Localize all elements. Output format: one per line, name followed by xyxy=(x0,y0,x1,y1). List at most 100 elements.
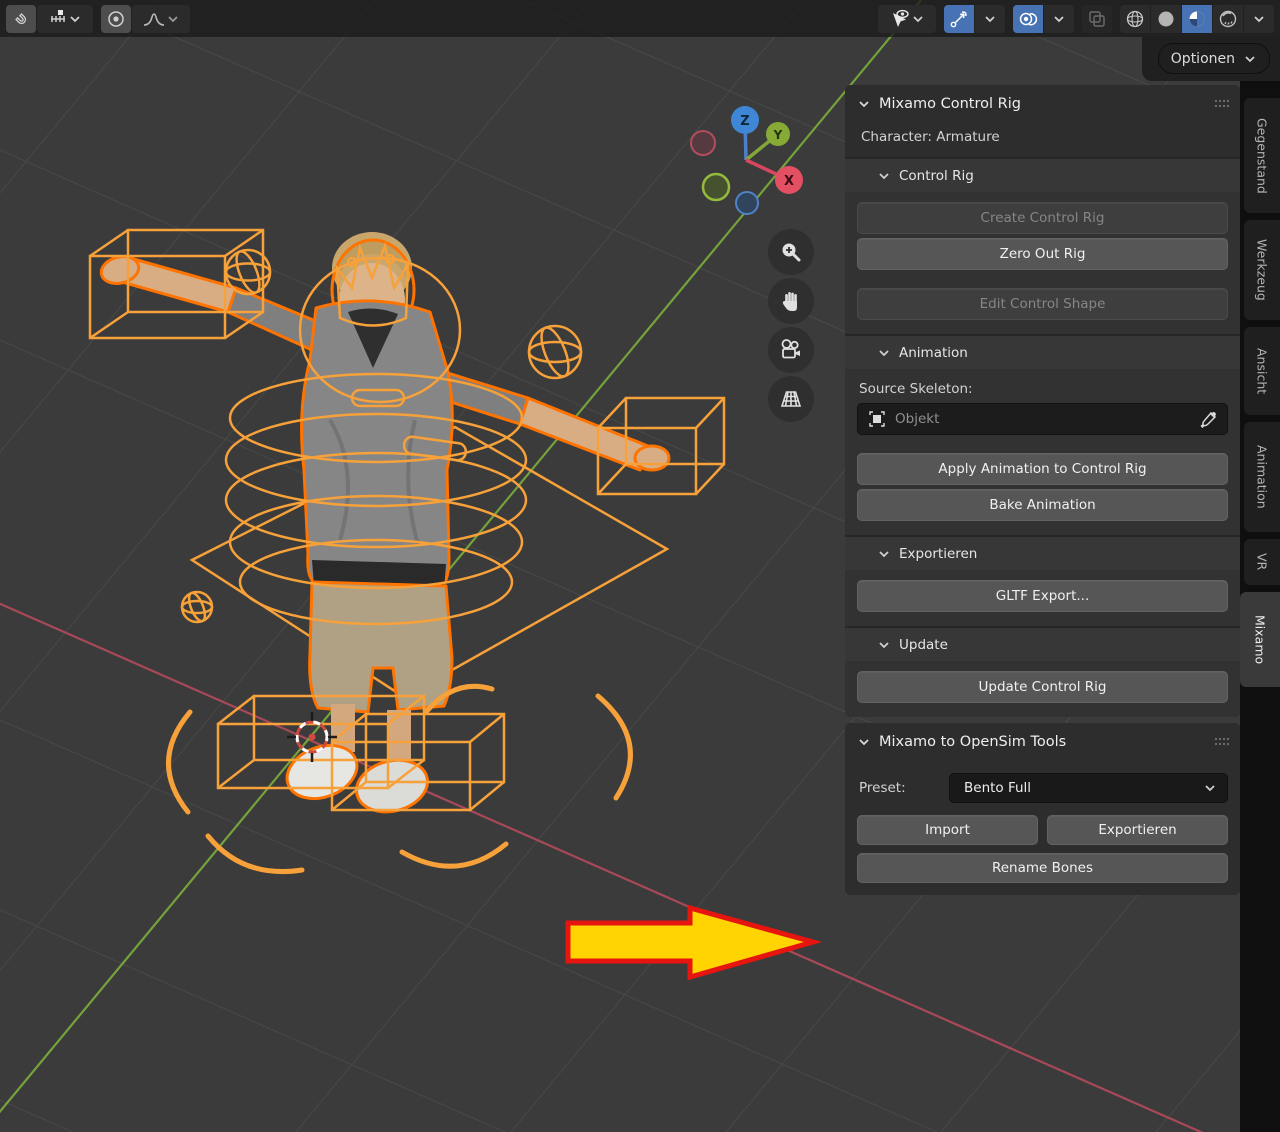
snap-toggle-button[interactable] xyxy=(6,5,36,33)
drag-dots-icon[interactable] xyxy=(1214,737,1230,747)
shading-material-button[interactable] xyxy=(1182,5,1212,33)
gltf-export-button[interactable]: GLTF Export... xyxy=(857,580,1228,612)
gizmo-x-ball[interactable]: X xyxy=(775,166,803,194)
chevron-down-icon xyxy=(1052,12,1066,26)
grid-toggle-button[interactable] xyxy=(768,376,814,422)
gizmo-y-label: Y xyxy=(773,128,783,142)
tab-vr[interactable]: VR xyxy=(1244,539,1280,585)
gizmo-y-ball[interactable]: Y xyxy=(766,122,790,146)
chevron-down-icon xyxy=(166,12,180,26)
eyedropper-icon[interactable] xyxy=(1200,411,1217,428)
material-shading-icon xyxy=(1187,9,1207,29)
show-gizmo-toggle[interactable] xyxy=(944,5,974,33)
preset-dropdown[interactable]: Bento Full xyxy=(949,773,1228,803)
show-overlays-toggle[interactable] xyxy=(1013,5,1043,33)
zoom-icon xyxy=(779,240,803,264)
tab-ansicht[interactable]: Ansicht xyxy=(1244,327,1280,415)
chevron-down-icon xyxy=(911,12,925,26)
chevron-down-icon xyxy=(857,97,871,111)
create-control-rig-button[interactable]: Create Control Rig xyxy=(857,202,1228,234)
overlays-dropdown[interactable] xyxy=(1044,5,1074,33)
pan-hand-icon xyxy=(779,289,803,313)
zero-out-rig-button[interactable]: Zero Out Rig xyxy=(857,238,1228,270)
object-visibility-dropdown[interactable] xyxy=(878,5,936,33)
gizmo-neg-x-ball[interactable] xyxy=(691,131,715,155)
shading-solid-button[interactable] xyxy=(1151,5,1181,33)
tab-mixamo[interactable]: Mixamo xyxy=(1240,592,1280,687)
gizmo-dropdown[interactable] xyxy=(975,5,1005,33)
falloff-curve-icon xyxy=(142,9,166,29)
viewport-controls xyxy=(768,229,814,422)
section-header[interactable]: Animation xyxy=(845,336,1240,369)
wireframe-shading-icon xyxy=(1125,9,1145,29)
chevron-down-icon xyxy=(1203,781,1217,795)
camera-view-icon xyxy=(778,337,804,363)
tab-werkzeug[interactable]: Werkzeug xyxy=(1244,220,1280,320)
chevron-down-icon xyxy=(877,547,891,561)
import-button[interactable]: Import xyxy=(857,815,1038,845)
shading-dropdown[interactable] xyxy=(1244,5,1274,33)
source-skeleton-field[interactable]: Objekt xyxy=(857,403,1228,435)
zoom-button[interactable] xyxy=(768,229,814,275)
panel-header[interactable]: Mixamo Control Rig xyxy=(845,85,1240,123)
solid-shading-icon xyxy=(1156,9,1176,29)
gizmo-neg-y-ball[interactable] xyxy=(703,174,729,200)
shading-wireframe-button[interactable] xyxy=(1120,5,1150,33)
section-title: Update xyxy=(899,637,948,653)
chevron-down-icon xyxy=(1243,52,1257,66)
xray-icon xyxy=(1087,9,1107,29)
pan-button[interactable] xyxy=(768,278,814,324)
proportional-edit-button[interactable] xyxy=(101,5,131,33)
update-control-rig-button[interactable]: Update Control Rig xyxy=(857,671,1228,703)
chevron-down-icon xyxy=(983,12,997,26)
chevron-down-icon xyxy=(877,638,891,652)
source-skeleton-label: Source Skeleton: xyxy=(859,381,1226,397)
chevron-down-icon xyxy=(68,12,82,26)
shading-rendered-button[interactable] xyxy=(1213,5,1243,33)
gizmo-z-ball[interactable]: Z xyxy=(731,106,759,134)
exportieren-button[interactable]: Exportieren xyxy=(1047,815,1228,845)
tab-gegenstand[interactable]: Gegenstand xyxy=(1244,98,1280,213)
panel-title: Mixamo Control Rig xyxy=(879,96,1206,112)
proportional-edit-icon xyxy=(107,10,125,28)
options-button[interactable]: Optionen xyxy=(1158,43,1270,74)
export-section: Exportieren GLTF Export... xyxy=(845,535,1240,626)
object-visibility-icon xyxy=(889,9,911,29)
tab-animation[interactable]: Animation xyxy=(1244,422,1280,532)
annotation-arrow xyxy=(555,895,825,990)
section-header[interactable]: Update xyxy=(845,628,1240,661)
sidebar-tab-strip: Gegenstand Werkzeug Ansicht Animation VR… xyxy=(1240,81,1280,1132)
blender-window: { "options_button": "Optionen", "gizmo":… xyxy=(0,0,1280,1132)
panel-header[interactable]: Mixamo to OpenSim Tools xyxy=(845,723,1240,761)
n-panel-sidebar: Mixamo Control Rig Character: Armature C… xyxy=(845,85,1240,895)
options-label: Optionen xyxy=(1171,51,1235,67)
update-section: Update Update Control Rig xyxy=(845,626,1240,717)
mixamo-control-rig-panel: Mixamo Control Rig Character: Armature C… xyxy=(845,85,1240,717)
camera-view-button[interactable] xyxy=(768,327,814,373)
falloff-dropdown[interactable] xyxy=(132,5,190,33)
drag-dots-icon[interactable] xyxy=(1214,99,1230,109)
bake-animation-button[interactable]: Bake Animation xyxy=(857,489,1228,521)
rename-bones-button[interactable]: Rename Bones xyxy=(857,853,1228,883)
panel-title: Mixamo to OpenSim Tools xyxy=(879,734,1206,750)
rendered-shading-icon xyxy=(1218,9,1238,29)
character-model xyxy=(98,232,669,819)
section-header[interactable]: Exportieren xyxy=(845,537,1240,570)
snap-increment-icon xyxy=(48,9,68,29)
apply-animation-button[interactable]: Apply Animation to Control Rig xyxy=(857,453,1228,485)
viewport-header xyxy=(0,0,1280,37)
xray-toggle[interactable] xyxy=(1082,5,1112,33)
snap-with-dropdown[interactable] xyxy=(37,5,93,33)
gizmo-z-label: Z xyxy=(740,114,749,129)
options-overlay: Optionen xyxy=(1142,37,1280,81)
navigation-gizmo[interactable]: Z Y X xyxy=(683,98,813,223)
section-header[interactable]: Control Rig xyxy=(845,159,1240,192)
edit-control-shape-button[interactable]: Edit Control Shape xyxy=(857,288,1228,320)
chevron-down-icon xyxy=(877,346,891,360)
chevron-down-icon xyxy=(877,169,891,183)
section-title: Exportieren xyxy=(899,546,977,562)
mixamo-opensim-tools-panel: Mixamo to OpenSim Tools Preset: Bento Fu… xyxy=(845,723,1240,895)
gizmo-neg-z-ball[interactable] xyxy=(736,192,758,214)
object-data-icon xyxy=(868,410,886,428)
gizmo-x-label: X xyxy=(784,174,794,189)
